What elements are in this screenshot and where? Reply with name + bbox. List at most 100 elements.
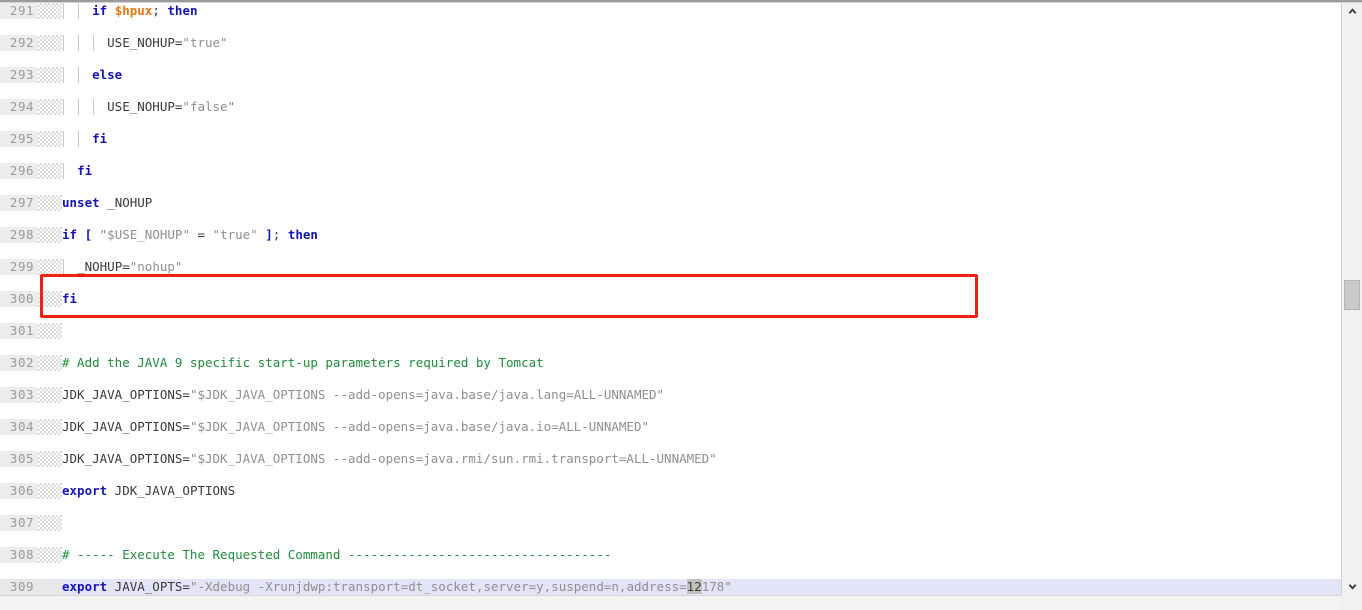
fold-margin[interactable]: [38, 547, 62, 563]
line-content: _NOHUP="nohup": [62, 259, 1341, 275]
indent-guide: [93, 99, 95, 115]
chevron-down-icon: [1348, 584, 1356, 590]
line-number: 303: [0, 387, 38, 403]
code-token: if: [92, 3, 115, 18]
indent-guide: [63, 259, 64, 275]
code-line[interactable]: 303 JDK_JAVA_OPTIONS="$JDK_JAVA_OPTIONS -…: [0, 387, 1341, 403]
line-content: fi: [62, 163, 1341, 179]
editor-text-area[interactable]: 291 if $hpux; then 292 USE_NOHUP="true" 29…: [0, 3, 1341, 595]
scroll-up-button[interactable]: [1342, 3, 1362, 20]
code-line[interactable]: 305 JDK_JAVA_OPTIONS="$JDK_JAVA_OPTIONS -…: [0, 451, 1341, 467]
code-token: fi: [77, 163, 93, 178]
code-line[interactable]: 302 # Add the JAVA 9 specific start-up pa…: [0, 355, 1341, 371]
horizontal-scrollbar[interactable]: [0, 595, 1341, 610]
code-token: USE_NOHUP=: [107, 35, 183, 50]
fold-margin[interactable]: [38, 451, 62, 467]
code-token: if: [62, 227, 78, 242]
code-line[interactable]: 294 USE_NOHUP="false": [0, 99, 1341, 115]
fold-margin[interactable]: [38, 3, 62, 19]
code-line[interactable]: 293 else: [0, 67, 1341, 83]
code-line[interactable]: 301: [0, 323, 1341, 339]
indent-guide: [63, 35, 64, 51]
line-number: 293: [0, 67, 38, 83]
indent-guide: [78, 131, 80, 147]
fold-margin[interactable]: [38, 35, 62, 51]
code-token: # Add the JAVA 9 specific start-up param…: [62, 355, 544, 370]
line-number: 301: [0, 323, 38, 339]
line-number: 309: [0, 579, 38, 595]
code-token: JAVA_OPTS=: [107, 579, 190, 594]
indent-guide: [93, 35, 95, 51]
line-number: 307: [0, 515, 38, 531]
code-line[interactable]: 295 fi: [0, 131, 1341, 147]
fold-margin[interactable]: [38, 483, 62, 499]
code-token: "$JDK_JAVA_OPTIONS --add-opens=java.base…: [189, 387, 665, 402]
fold-margin[interactable]: [38, 355, 62, 371]
fold-margin[interactable]: [38, 323, 62, 339]
line-content: [62, 323, 1341, 339]
line-content: # ----- Execute The Requested Command --…: [62, 547, 1341, 563]
line-number: 304: [0, 419, 38, 435]
scrollbar-thumb[interactable]: [1344, 280, 1360, 310]
line-number: 294: [0, 99, 38, 115]
line-content: USE_NOHUP="false": [62, 99, 1341, 115]
line-content: JDK_JAVA_OPTIONS="$JDK_JAVA_OPTIONS --ad…: [62, 451, 1341, 467]
line-number: 302: [0, 355, 38, 371]
fold-margin[interactable]: [38, 259, 62, 275]
code-token: unset: [62, 195, 100, 210]
line-content: export JDK_JAVA_OPTIONS: [62, 483, 1341, 499]
line-content: # Add the JAVA 9 specific start-up param…: [62, 355, 1341, 371]
code-token: _NOHUP: [99, 195, 153, 210]
code-line[interactable]: 291 if $hpux; then: [0, 3, 1341, 19]
code-line[interactable]: 298 if [ "$USE_NOHUP" = "true" ]; then: [0, 227, 1341, 243]
line-number: 308: [0, 547, 38, 563]
fold-margin[interactable]: [38, 515, 62, 531]
code-token: "$JDK_JAVA_OPTIONS --add-opens=java.rmi/…: [189, 451, 717, 466]
code-line[interactable]: 309 export JAVA_OPTS="-Xdebug -Xrunjdwp:t…: [0, 579, 1341, 595]
chevron-up-icon: [1348, 8, 1356, 14]
code-line[interactable]: 306 export JDK_JAVA_OPTIONS: [0, 483, 1341, 499]
fold-margin[interactable]: [38, 227, 62, 243]
indent-guide: [63, 131, 64, 147]
code-editor-window: 291 if $hpux; then 292 USE_NOHUP="true" 29…: [0, 0, 1362, 610]
fold-margin[interactable]: [38, 579, 62, 595]
code-token: JDK_JAVA_OPTIONS=: [62, 451, 190, 466]
code-line[interactable]: 292 USE_NOHUP="true": [0, 35, 1341, 51]
line-number: 295: [0, 131, 38, 147]
vertical-scrollbar[interactable]: [1341, 3, 1362, 595]
code-line[interactable]: 304 JDK_JAVA_OPTIONS="$JDK_JAVA_OPTIONS -…: [0, 419, 1341, 435]
fold-margin[interactable]: [38, 291, 62, 307]
indent-guide: [63, 163, 64, 179]
code-line[interactable]: 300 fi: [0, 291, 1341, 307]
code-token: 178": [701, 579, 732, 594]
code-token: "true": [212, 227, 258, 242]
fold-margin[interactable]: [38, 67, 62, 83]
line-content: export JAVA_OPTS="-Xdebug -Xrunjdwp:tran…: [62, 579, 1341, 595]
code-token: export: [62, 579, 108, 594]
fold-margin[interactable]: [38, 99, 62, 115]
fold-margin[interactable]: [38, 131, 62, 147]
code-token: # ----- Execute The Requested Command --…: [62, 547, 612, 562]
line-number: 300: [0, 291, 38, 307]
code-line[interactable]: 296 fi: [0, 163, 1341, 179]
scroll-down-button[interactable]: [1342, 578, 1362, 595]
line-content: else: [62, 67, 1341, 83]
fold-margin[interactable]: [38, 163, 62, 179]
code-line[interactable]: 297 unset _NOHUP: [0, 195, 1341, 211]
fold-margin[interactable]: [38, 419, 62, 435]
code-line[interactable]: 308 # ----- Execute The Requested Command…: [0, 547, 1341, 563]
code-token: $hpux: [114, 3, 153, 18]
indent-guide: [63, 67, 64, 83]
indent-guide: [78, 99, 80, 115]
code-token: ;: [272, 227, 288, 242]
code-line[interactable]: 299 _NOHUP="nohup": [0, 259, 1341, 275]
fold-margin[interactable]: [38, 195, 62, 211]
code-token: USE_NOHUP=: [107, 99, 183, 114]
code-lines-container: 291 if $hpux; then 292 USE_NOHUP="true" 29…: [0, 3, 1341, 595]
code-token: "false": [182, 99, 236, 114]
indent-guide: [63, 99, 64, 115]
code-line[interactable]: 307: [0, 515, 1341, 531]
fold-margin[interactable]: [38, 387, 62, 403]
